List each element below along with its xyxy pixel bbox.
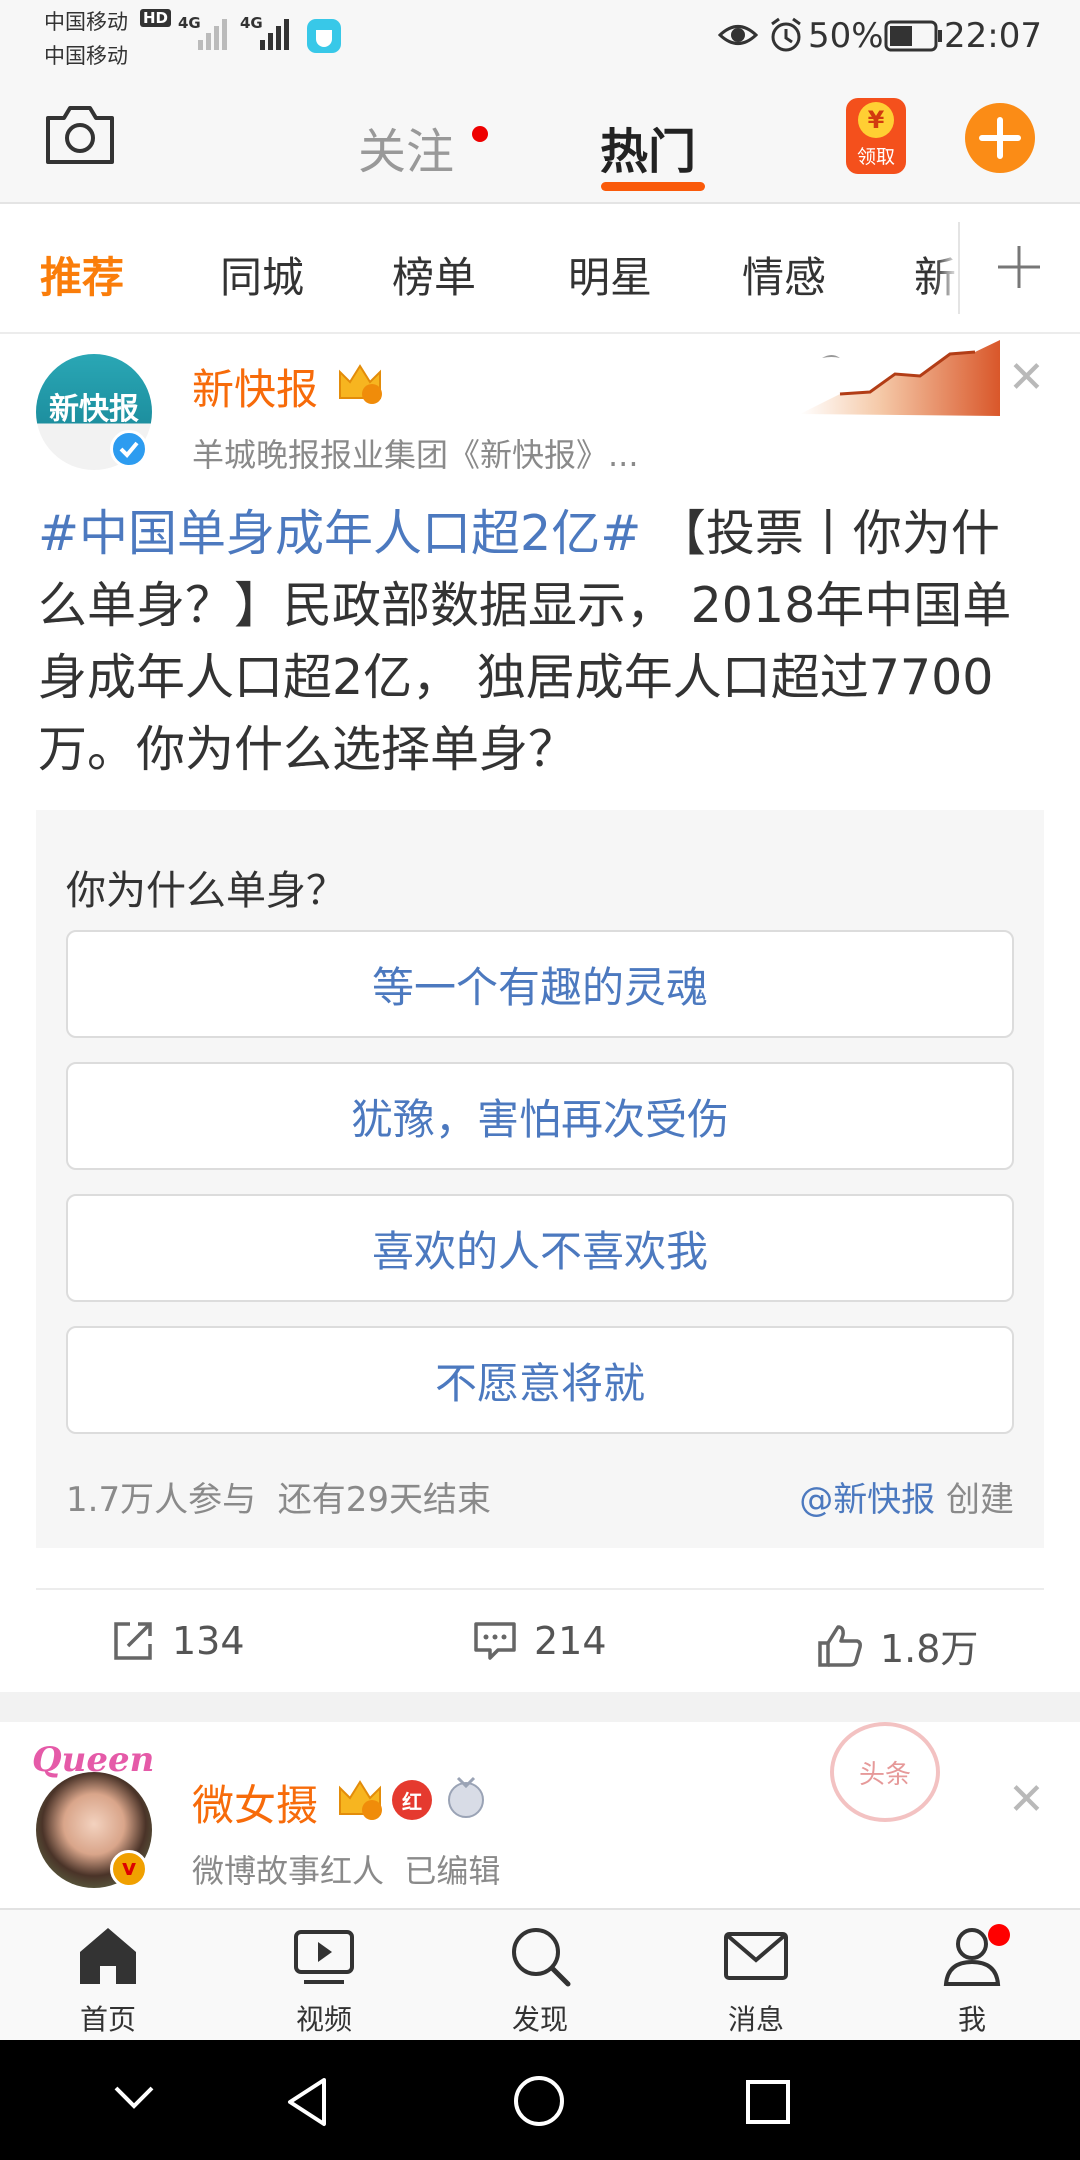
vip-crown-icon: [339, 364, 382, 404]
tab-video-label: 视频: [295, 2003, 352, 2036]
poll-card: 你为什么单身？ 等一个有趣的灵魂 犹豫，害怕再次受伤 喜欢的人不喜欢我 不愿意将…: [36, 810, 1044, 1548]
tab-home-label: 首页: [79, 2003, 136, 2036]
author-title: 微博故事红人: [192, 1852, 385, 1890]
feed-separator: [0, 1692, 1080, 1722]
category-stars[interactable]: 明星: [568, 244, 652, 305]
repost-icon: [114, 1622, 152, 1660]
category-new[interactable]: 新: [914, 244, 956, 305]
poll-option[interactable]: 等一个有趣的灵魂: [66, 930, 1014, 1038]
post-hashtag[interactable]: #中国单身成年人口超2亿#: [38, 505, 641, 562]
edited-label: 已编辑: [404, 1852, 501, 1890]
medal-icon: [448, 1776, 484, 1818]
category-ranking[interactable]: 榜单: [392, 244, 476, 305]
post-author[interactable]: 新快报: [192, 356, 318, 417]
headline-stamp: 头条: [830, 1722, 940, 1822]
compose-plus-icon[interactable]: [964, 102, 1036, 174]
battery-icon: [884, 20, 942, 52]
close-icon[interactable]: ✕: [1008, 352, 1045, 403]
signal-icon-2: [260, 19, 289, 50]
poll-option[interactable]: 犹豫，害怕再次受伤: [66, 1062, 1014, 1170]
home-circle-icon[interactable]: [512, 2074, 566, 2128]
coupon-label: 领取: [856, 146, 895, 168]
vip-crown-icon: [339, 1780, 382, 1820]
alarm-icon: [771, 17, 801, 52]
coupon-symbol: ¥: [858, 102, 894, 138]
tab-me[interactable]: 我: [864, 1910, 1080, 2042]
poll-meta: 1.7万人参与 还有29天结束: [66, 1472, 491, 1521]
app-notification-icon: [307, 19, 341, 53]
comment-icon: [474, 1622, 516, 1660]
category-recommend[interactable]: 推荐: [40, 244, 124, 305]
comment-button[interactable]: 214: [472, 1618, 607, 1664]
tab-me-label: 我: [957, 2003, 986, 2036]
verified-badge-icon: v: [110, 1850, 148, 1888]
home-icon: [80, 1928, 136, 1984]
poll-remaining: 还有29天结束: [277, 1480, 491, 1520]
avatar-text: 新快报: [49, 392, 139, 427]
category-emotion[interactable]: 情感: [742, 244, 826, 305]
like-count: 1.8万: [880, 1627, 979, 1671]
recents-square-icon[interactable]: [744, 2078, 792, 2126]
repost-button[interactable]: 134: [110, 1618, 245, 1664]
back-icon[interactable]: [284, 2076, 332, 2128]
plus-icon: [998, 246, 1040, 288]
tab-discover[interactable]: 发现: [432, 1910, 648, 2042]
bottom-tab-bar: 首页 视频 发现 消息 我: [0, 1908, 1080, 2040]
poll-question: 你为什么单身？: [66, 868, 346, 914]
tab-video[interactable]: 视频: [216, 1910, 432, 2042]
tab-messages[interactable]: 消息: [648, 1910, 864, 2042]
post-author-subtitle: 羊城晚报报业集团《新快报》...: [192, 436, 639, 474]
mail-icon: [724, 1932, 788, 1980]
me-unread-dot: [988, 1924, 1010, 1946]
tab-messages-label: 消息: [727, 2003, 784, 2036]
poll-creator: @新快报 创建: [799, 1472, 1014, 1521]
category-add-button[interactable]: [958, 204, 1080, 332]
red-packet-button[interactable]: ¥ 领取: [846, 98, 906, 174]
repost-count: 134: [172, 1619, 245, 1663]
active-tab-indicator: [601, 182, 705, 191]
red-badge-icon: 红: [392, 1780, 432, 1820]
post-text: #中国单身成年人口超2亿# 【投票丨你为什么单身？】民政部数据显示， 2018年…: [38, 498, 1048, 786]
post-author[interactable]: 微女摄: [192, 1772, 318, 1833]
carrier-1: 中国移动: [44, 10, 128, 34]
close-icon[interactable]: ✕: [1008, 1774, 1045, 1825]
tab-discover-label: 发现: [511, 2003, 568, 2036]
status-bar: 中国移动 中国移动 HD 4G 4G 50% 22:07: [0, 0, 1080, 72]
feed-post: 新快报 新快报 羊城晚报报业集团《新快报》... ✕ #中国单身成年人口超2亿#…: [0, 334, 1080, 1692]
category-local[interactable]: 同城: [220, 244, 304, 305]
poll-participants: 1.7万人参与: [66, 1480, 257, 1520]
feed-post: Queen v 微女摄 红 微博故事红人 已编辑 头条 ✕: [0, 1722, 1080, 1908]
top-navigation: 关注 热门 ¥ 领取: [0, 72, 1080, 204]
carrier-2: 中国移动: [44, 44, 128, 68]
hd-badge: HD: [140, 9, 172, 27]
system-navigation-bar: [0, 2040, 1080, 2160]
tab-follow[interactable]: 关注: [358, 112, 454, 182]
follow-unread-dot: [472, 126, 488, 142]
like-button[interactable]: 1.8万: [816, 1618, 978, 1673]
headline-stamp-text: 头条: [858, 1760, 911, 1790]
tab-hot[interactable]: 热门: [600, 112, 696, 182]
battery-percent: 50%: [808, 16, 884, 56]
video-icon: [294, 1930, 354, 1984]
verified-badge-icon: [110, 430, 148, 468]
post-actions: 134 214 1.8万: [36, 1588, 1044, 1692]
eye-icon: [718, 25, 758, 45]
comment-count: 214: [534, 1619, 607, 1663]
poll-creator-link[interactable]: @新快报: [799, 1480, 935, 1520]
thumbs-up-icon: [818, 1624, 862, 1667]
clock: 22:07: [944, 16, 1042, 56]
great-wall-decoration: [800, 340, 1000, 416]
chevron-down-icon[interactable]: [112, 2080, 156, 2116]
poll-option[interactable]: 喜欢的人不喜欢我: [66, 1194, 1014, 1302]
poll-creator-suffix: 创建: [935, 1480, 1014, 1520]
category-bar: 推荐 同城 榜单 明星 情感 新: [0, 204, 1080, 334]
tab-home[interactable]: 首页: [0, 1910, 216, 2042]
signal-icon-1: [198, 19, 227, 50]
avatar-queen-text: Queen: [32, 1740, 155, 1780]
poll-option[interactable]: 不愿意将就: [66, 1326, 1014, 1434]
search-icon: [512, 1928, 571, 1987]
camera-icon[interactable]: [44, 102, 116, 166]
post-author-subtitle: 微博故事红人 已编辑: [192, 1846, 500, 1892]
